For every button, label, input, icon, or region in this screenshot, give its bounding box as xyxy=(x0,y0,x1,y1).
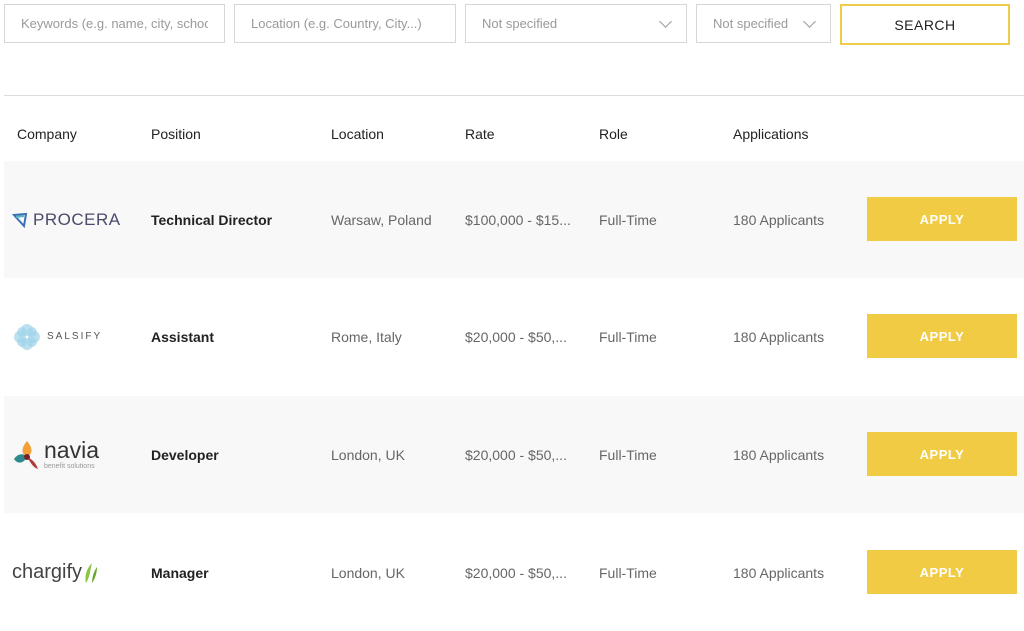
company-name: PROCERA xyxy=(33,209,121,229)
position-cell: Developer xyxy=(151,446,219,463)
divider xyxy=(4,95,1024,96)
header-company: Company xyxy=(17,126,77,142)
location-cell: Rome, Italy xyxy=(331,328,402,345)
apply-button[interactable]: APPLY xyxy=(867,432,1017,476)
chevron-down-icon xyxy=(803,14,816,28)
table-row: SALSIFY Assistant Rome, Italy $20,000 - … xyxy=(4,278,1024,395)
location-cell: Warsaw, Poland xyxy=(331,211,432,228)
role-cell: Full-Time xyxy=(599,211,657,228)
search-bar: Not specified Not specified SEARCH xyxy=(4,4,1020,45)
company-logo-salsify: SALSIFY xyxy=(12,278,132,395)
company-logo-navia: navia benefit solutions xyxy=(12,396,132,513)
company-tagline: benefit solutions xyxy=(44,463,95,470)
company-logo-chargify: chargify xyxy=(12,514,132,631)
salsify-flower-icon xyxy=(14,323,40,350)
apply-button[interactable]: APPLY xyxy=(867,197,1017,241)
table-row: PROCERA Technical Director Warsaw, Polan… xyxy=(4,161,1024,278)
procera-logo-icon xyxy=(12,212,28,228)
header-position: Position xyxy=(151,126,201,142)
rate-cell: $20,000 - $50,... xyxy=(465,328,567,345)
chevron-down-icon xyxy=(659,14,672,28)
filter-select-2[interactable]: Not specified xyxy=(696,4,831,43)
rate-cell: $100,000 - $15... xyxy=(465,211,571,228)
role-cell: Full-Time xyxy=(599,446,657,463)
company-name: navia xyxy=(44,437,99,463)
company-logo-procera: PROCERA xyxy=(12,161,132,278)
navia-wordmark: navia benefit solutions xyxy=(44,437,99,471)
applications-cell: 180 Applicants xyxy=(733,564,825,581)
position-cell: Technical Director xyxy=(151,211,273,228)
position-cell: Manager xyxy=(151,564,209,581)
company-name: chargify xyxy=(12,561,83,583)
applications-cell: 180 Applicants xyxy=(733,446,825,463)
filter-select-2-value: Not specified xyxy=(713,16,789,31)
rate-cell: $20,000 - $50,... xyxy=(465,446,567,463)
apply-button[interactable]: APPLY xyxy=(867,550,1017,594)
header-rate: Rate xyxy=(465,126,495,142)
applications-cell: 180 Applicants xyxy=(733,211,825,228)
table-header: Company Position Location Rate Role Appl… xyxy=(0,112,1024,156)
header-location: Location xyxy=(331,126,384,142)
navia-leaf-icon xyxy=(14,440,38,469)
header-role: Role xyxy=(599,126,628,142)
company-name: SALSIFY xyxy=(47,331,103,342)
rate-cell: $20,000 - $50,... xyxy=(465,564,567,581)
table-row: chargify Manager London, UK $20,000 - $5… xyxy=(4,514,1024,631)
location-cell: London, UK xyxy=(331,564,405,581)
table-row: navia benefit solutions Developer London… xyxy=(4,396,1024,513)
location-input[interactable] xyxy=(234,4,456,43)
chargify-leaf-icon xyxy=(85,562,98,583)
filter-select-1[interactable]: Not specified xyxy=(465,4,687,43)
applications-cell: 180 Applicants xyxy=(733,328,825,345)
filter-select-1-value: Not specified xyxy=(482,16,558,31)
role-cell: Full-Time xyxy=(599,564,657,581)
apply-button[interactable]: APPLY xyxy=(867,314,1017,358)
header-applications: Applications xyxy=(733,126,809,142)
keywords-input[interactable] xyxy=(4,4,225,43)
position-cell: Assistant xyxy=(151,328,215,345)
location-cell: London, UK xyxy=(331,446,405,463)
role-cell: Full-Time xyxy=(599,328,657,345)
search-button[interactable]: SEARCH xyxy=(840,4,1010,45)
